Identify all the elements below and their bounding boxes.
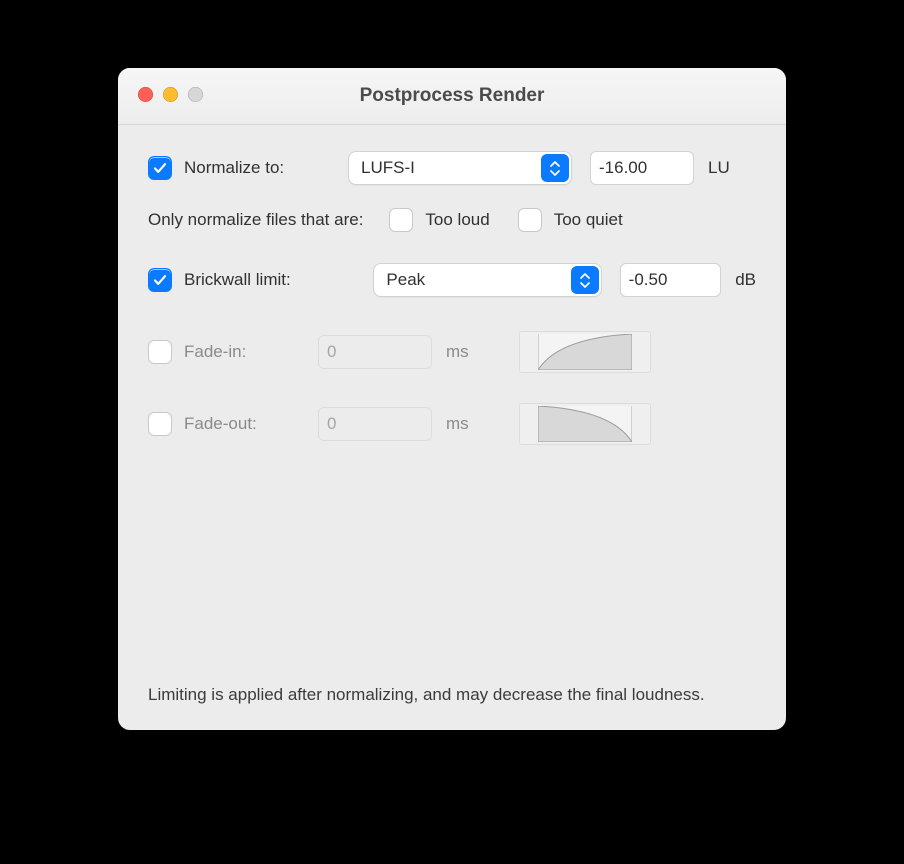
select-stepper-icon [541, 154, 569, 182]
postprocess-render-window: Postprocess Render Normalize to: LUFS-I [118, 68, 786, 730]
zoom-window-button[interactable] [188, 87, 203, 102]
too-quiet-checkbox[interactable] [518, 208, 542, 232]
too-loud-label: Too loud [425, 210, 489, 230]
brickwall-method-value: Peak [386, 270, 425, 290]
fade-out-curve-icon [538, 406, 632, 442]
fade-out-row: Fade-out: 0 ms [148, 403, 756, 445]
fade-in-unit: ms [446, 342, 469, 362]
check-icon [153, 161, 167, 175]
fade-out-unit: ms [446, 414, 469, 434]
fade-out-value: 0 [327, 414, 336, 434]
brickwall-target-value: -0.50 [629, 270, 668, 290]
fade-in-checkbox[interactable] [148, 340, 172, 364]
brickwall-unit: dB [735, 270, 756, 290]
check-icon [153, 273, 167, 287]
normalize-checkbox[interactable] [148, 156, 172, 180]
fade-out-curve[interactable] [519, 403, 651, 445]
normalize-target-value: -16.00 [599, 158, 647, 178]
window-title: Postprocess Render [360, 85, 545, 107]
minimize-window-button[interactable] [163, 87, 178, 102]
fade-in-value: 0 [327, 342, 336, 362]
filter-row: Only normalize files that are: Too loud … [148, 203, 756, 237]
fade-in-curve-icon [538, 334, 632, 370]
brickwall-checkbox[interactable] [148, 268, 172, 292]
footer-note: Limiting is applied after normalizing, a… [148, 683, 756, 708]
close-window-button[interactable] [138, 87, 153, 102]
fade-out-input[interactable]: 0 [318, 407, 432, 441]
fade-in-label: Fade-in: [184, 342, 246, 362]
brickwall-method-select[interactable]: Peak [373, 263, 602, 297]
fade-out-checkbox[interactable] [148, 412, 172, 436]
normalize-target-input[interactable]: -16.00 [590, 151, 694, 185]
brickwall-target-input[interactable]: -0.50 [620, 263, 722, 297]
too-quiet-label: Too quiet [554, 210, 623, 230]
titlebar: Postprocess Render [118, 68, 786, 125]
filter-label: Only normalize files that are: [148, 210, 363, 230]
normalize-method-value: LUFS-I [361, 158, 415, 178]
content-area: Normalize to: LUFS-I -16.00 LU Only norm… [118, 125, 786, 483]
normalize-unit: LU [708, 158, 730, 178]
fade-in-curve[interactable] [519, 331, 651, 373]
brickwall-label: Brickwall limit: [184, 270, 291, 290]
normalize-method-select[interactable]: LUFS-I [348, 151, 572, 185]
select-stepper-icon [571, 266, 599, 294]
fade-out-label: Fade-out: [184, 414, 257, 434]
normalize-label: Normalize to: [184, 158, 284, 178]
brickwall-row: Brickwall limit: Peak -0.50 dB [148, 263, 756, 297]
normalize-row: Normalize to: LUFS-I -16.00 LU [148, 151, 756, 185]
fade-in-row: Fade-in: 0 ms [148, 331, 756, 373]
too-loud-checkbox[interactable] [389, 208, 413, 232]
fade-in-input[interactable]: 0 [318, 335, 432, 369]
traffic-lights [138, 87, 203, 102]
